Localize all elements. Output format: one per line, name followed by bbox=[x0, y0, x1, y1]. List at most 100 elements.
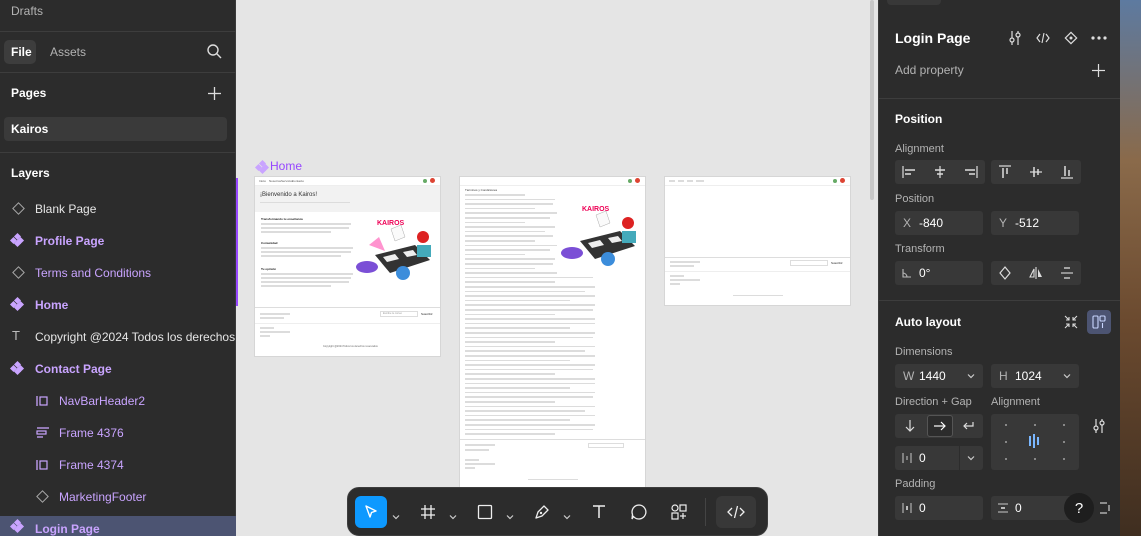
layer-login-page[interactable]: Login Page bbox=[0, 516, 236, 536]
component-icon bbox=[9, 360, 25, 376]
drafts-label[interactable]: Drafts bbox=[11, 4, 43, 18]
search-icon[interactable] bbox=[206, 43, 222, 59]
chevron-down-icon[interactable] bbox=[1063, 372, 1071, 380]
rotation-field[interactable]: 0° bbox=[895, 261, 983, 285]
align-right-icon[interactable] bbox=[963, 164, 979, 180]
pen-tool-icon[interactable] bbox=[526, 496, 558, 528]
text-line bbox=[465, 203, 553, 205]
text-line bbox=[465, 382, 595, 385]
text-line bbox=[465, 341, 555, 343]
chevron-down-icon[interactable] bbox=[449, 508, 457, 520]
layer-copyright-text[interactable]: T Copyright @2024 Todos los derechos bbox=[0, 321, 236, 353]
adjust-icon[interactable] bbox=[1007, 30, 1023, 46]
page-item-kairos[interactable]: Kairos bbox=[4, 117, 227, 141]
text-line bbox=[465, 240, 535, 242]
kairos-illustration: KAIROS bbox=[560, 201, 640, 273]
transform-label: Transform bbox=[895, 243, 945, 255]
section-heading: Tu opinión bbox=[261, 267, 277, 271]
text-line bbox=[465, 391, 595, 394]
component-instance-icon[interactable] bbox=[1063, 30, 1079, 46]
layer-navbarheader2[interactable]: NavBarHeader2 bbox=[0, 385, 236, 417]
layer-label: MarketingFooter bbox=[59, 490, 147, 504]
layer-frame-4376[interactable]: Frame 4376 bbox=[0, 417, 236, 449]
frame-tool-icon[interactable] bbox=[412, 496, 444, 528]
auto-layout-toggle-icon[interactable] bbox=[1087, 310, 1111, 334]
padding-h-value: 0 bbox=[919, 501, 926, 515]
flip-vertical-icon[interactable] bbox=[1059, 265, 1075, 281]
tab-assets[interactable]: Assets bbox=[50, 45, 86, 59]
chevron-down-icon[interactable] bbox=[967, 372, 975, 380]
dev-mode-toggle-icon[interactable] bbox=[716, 496, 756, 528]
chevron-down-icon[interactable] bbox=[506, 508, 514, 520]
text-line bbox=[465, 194, 525, 196]
chevron-down-icon[interactable] bbox=[392, 508, 400, 520]
chevron-down-icon[interactable] bbox=[967, 454, 975, 462]
flip-horizontal-icon[interactable] bbox=[1028, 265, 1044, 281]
rotate-90-icon[interactable] bbox=[997, 265, 1013, 281]
wrap-icon[interactable] bbox=[957, 417, 979, 435]
chevron-down-icon[interactable] bbox=[563, 508, 571, 520]
component-icon bbox=[9, 518, 25, 534]
height-field[interactable]: H 1024 bbox=[991, 364, 1079, 388]
layer-profile-page[interactable]: Profile Page bbox=[0, 225, 236, 257]
layer-home[interactable]: Home bbox=[0, 289, 236, 321]
align-left-icon[interactable] bbox=[901, 164, 917, 180]
move-tool-icon[interactable] bbox=[355, 496, 387, 528]
design-canvas[interactable]: Home Inicio Nosotros Servicios Contacto … bbox=[236, 0, 878, 536]
arrow-down-icon[interactable] bbox=[899, 417, 921, 435]
text-line bbox=[465, 253, 525, 256]
padding-individual-icon[interactable] bbox=[1099, 502, 1111, 514]
code-icon[interactable] bbox=[1035, 30, 1051, 46]
text-line bbox=[465, 263, 553, 265]
layer-blank-page[interactable]: Blank Page bbox=[0, 193, 236, 225]
text-line bbox=[465, 230, 545, 233]
text-line bbox=[465, 424, 595, 426]
add-page-icon[interactable] bbox=[207, 86, 221, 100]
add-property-icon[interactable] bbox=[1091, 63, 1105, 77]
actions-tool-icon[interactable] bbox=[663, 496, 695, 528]
layer-terms-and-conditions[interactable]: Terms and Conditions bbox=[0, 257, 236, 289]
horizontal-padding-field[interactable]: 0 bbox=[895, 496, 983, 520]
text-line bbox=[465, 350, 585, 352]
layer-label: Blank Page bbox=[35, 202, 97, 216]
alignment-grid[interactable] bbox=[991, 414, 1079, 470]
collapse-icon[interactable] bbox=[1063, 314, 1079, 330]
terms-frame[interactable]: Términos y Condiciones KAIROS bbox=[460, 177, 645, 487]
gap-field[interactable]: 0 bbox=[895, 446, 983, 470]
layer-contact-page[interactable]: Contact Page bbox=[0, 353, 236, 385]
arrow-right-icon[interactable] bbox=[927, 415, 953, 437]
text-line bbox=[465, 322, 595, 325]
align-top-icon[interactable] bbox=[997, 164, 1013, 180]
align-center-h-icon[interactable] bbox=[932, 164, 948, 180]
help-button[interactable]: ? bbox=[1064, 493, 1094, 523]
layout-settings-icon[interactable] bbox=[1091, 418, 1107, 434]
layer-frame-4374[interactable]: Frame 4374 bbox=[0, 449, 236, 481]
home-frame[interactable]: Inicio Nosotros Servicios Contacto ¡Bien… bbox=[255, 177, 440, 356]
selected-layer-title[interactable]: Login Page bbox=[895, 30, 970, 46]
text-line bbox=[465, 387, 570, 389]
nav-item: Contacto bbox=[292, 179, 305, 183]
text-line bbox=[465, 212, 557, 214]
align-bottom-icon[interactable] bbox=[1059, 164, 1075, 180]
text-line bbox=[465, 290, 585, 293]
more-options-icon[interactable] bbox=[1091, 30, 1107, 46]
align-middle-v-icon[interactable] bbox=[1028, 164, 1044, 180]
text-line bbox=[465, 286, 595, 288]
y-position-field[interactable]: Y -512 bbox=[991, 211, 1079, 235]
text-line bbox=[465, 378, 595, 380]
tab-file[interactable]: File bbox=[4, 40, 36, 64]
add-property-label[interactable]: Add property bbox=[895, 63, 964, 77]
text-tool-icon[interactable] bbox=[583, 496, 615, 528]
x-position-field[interactable]: X -840 bbox=[895, 211, 983, 235]
canvas-scrollbar[interactable] bbox=[870, 0, 874, 200]
hero-heading: ¡Bienvenido a Kairos! bbox=[260, 192, 318, 198]
layer-marketingfooter[interactable]: MarketingFooter bbox=[0, 481, 236, 513]
home-label-text: Home bbox=[270, 159, 303, 173]
shape-tool-icon[interactable] bbox=[469, 496, 501, 528]
nav-item: Nosotros bbox=[269, 179, 282, 183]
gap-icon bbox=[902, 453, 912, 463]
width-field[interactable]: W 1440 bbox=[895, 364, 983, 388]
horizontal-align-group bbox=[895, 160, 985, 184]
comment-tool-icon[interactable] bbox=[623, 496, 655, 528]
login-frame[interactable]: Suscribir bbox=[665, 177, 850, 305]
